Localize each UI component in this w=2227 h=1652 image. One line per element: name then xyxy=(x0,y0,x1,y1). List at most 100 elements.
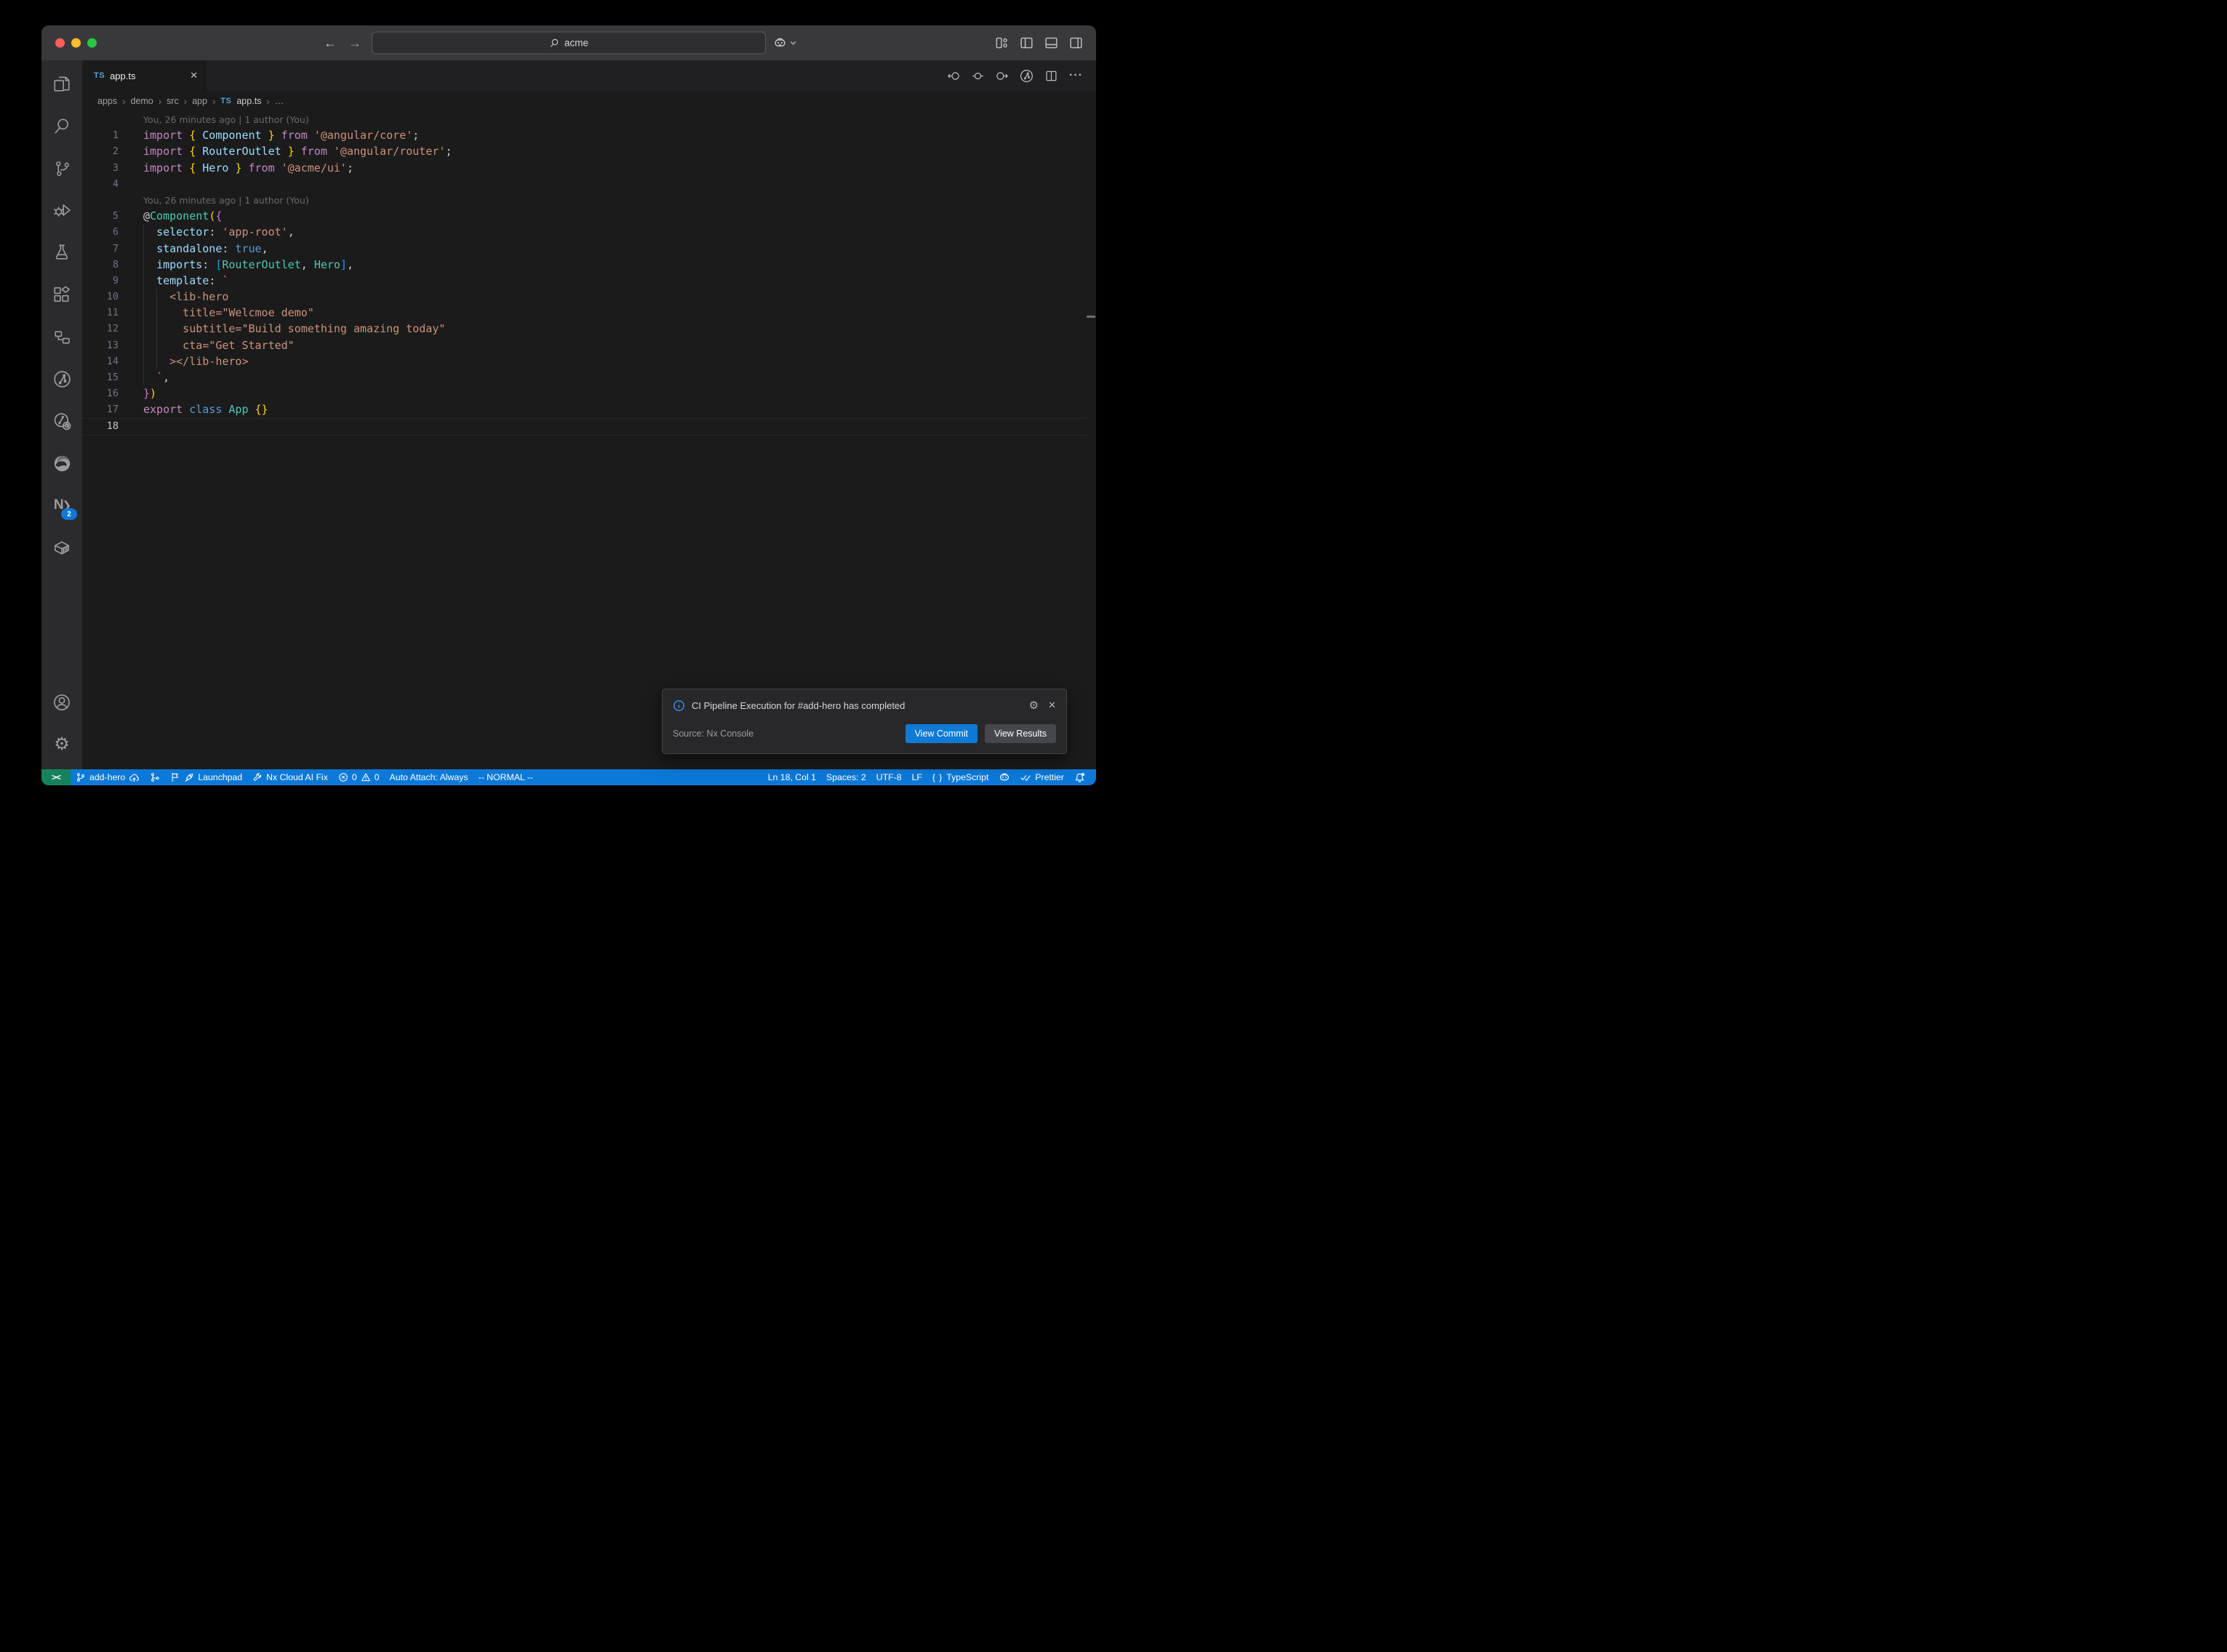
toggle-blame-button[interactable] xyxy=(972,70,984,82)
code-line-4: 4 xyxy=(82,176,1086,192)
line-content: }) xyxy=(119,385,156,401)
branch-item[interactable]: add-hero xyxy=(71,769,145,785)
activity-workspace-button[interactable] xyxy=(45,319,79,354)
tab-label: app.ts xyxy=(110,71,135,81)
info-icon xyxy=(673,699,685,712)
indentation-item[interactable]: Spaces: 2 xyxy=(821,769,871,785)
activity-gitlens-button[interactable] xyxy=(45,361,79,396)
copilot-item[interactable] xyxy=(993,769,1015,785)
code-line-13: 13 cta="Get Started" xyxy=(82,337,1086,353)
warning-icon xyxy=(361,772,371,782)
activity-accounts-button[interactable] xyxy=(45,685,79,720)
customize-layout-button[interactable] xyxy=(995,36,1009,50)
line-content: imports: [RouterOutlet, Hero], xyxy=(119,257,353,273)
copilot-icon xyxy=(999,771,1010,783)
copilot-menu-button[interactable] xyxy=(773,36,796,50)
double-check-icon xyxy=(1020,772,1031,783)
breadcrumb-item-file[interactable]: app.ts xyxy=(236,96,261,106)
status-bar-left: ><add-hero LaunchpadNx Cloud AI Fix00Auto… xyxy=(41,769,538,785)
line-number: 11 xyxy=(82,305,119,321)
tab-app-ts[interactable]: TS app.ts ✕ xyxy=(82,60,206,91)
notifications-item[interactable] xyxy=(1069,769,1090,785)
eol-item[interactable]: LF xyxy=(907,769,927,785)
activity-source-control-button[interactable] xyxy=(45,151,79,185)
view-commit-button[interactable]: View Commit xyxy=(905,724,977,743)
language-item-label: TypeScript xyxy=(946,772,988,782)
compare-item[interactable] xyxy=(145,769,165,785)
line-content: `, xyxy=(119,369,169,385)
breadcrumb-separator-icon: › xyxy=(212,96,215,107)
line-number: 3 xyxy=(82,160,119,176)
breadcrumb-separator-icon: › xyxy=(184,96,187,107)
code-editor[interactable]: You, 26 minutes ago | 1 author (You)1imp… xyxy=(82,111,1096,769)
next-change-button[interactable] xyxy=(996,70,1008,82)
tab-close-icon[interactable]: ✕ xyxy=(190,70,198,81)
commit-graph-button[interactable] xyxy=(1020,69,1033,83)
vim-mode-item[interactable]: -- NORMAL -- xyxy=(473,769,538,785)
nx-badge: 2 xyxy=(61,508,77,520)
nx-cloud-ai-fix-item[interactable]: Nx Cloud AI Fix xyxy=(247,769,333,785)
notification-close-icon[interactable]: ✕ xyxy=(1048,699,1056,711)
close-window-button[interactable] xyxy=(55,39,65,48)
line-number: 8 xyxy=(82,257,119,273)
previous-change-button[interactable] xyxy=(948,70,960,82)
toggle-secondary-sidebar-button[interactable] xyxy=(1069,36,1083,50)
zoom-window-button[interactable] xyxy=(87,39,97,48)
search-icon xyxy=(52,116,71,135)
activity-bar: N❯2 ⚙ xyxy=(41,60,82,769)
breadcrumb-separator-icon: › xyxy=(159,96,161,107)
line-content: <lib-hero xyxy=(119,289,228,305)
breadcrumb-item-apps[interactable]: apps xyxy=(97,96,117,106)
vscode-window: ← → acme xyxy=(41,25,1096,785)
remote-indicator[interactable]: >< xyxy=(41,769,71,785)
toggle-primary-sidebar-button[interactable] xyxy=(1020,36,1033,50)
activity-settings-button[interactable]: ⚙ xyxy=(45,727,79,762)
activity-containers-button[interactable] xyxy=(45,530,79,565)
auto-attach-item[interactable]: Auto Attach: Always xyxy=(385,769,473,785)
line-content: export class App {} xyxy=(119,401,268,417)
activity-run-debug-button[interactable] xyxy=(45,193,79,228)
activity-search-button[interactable] xyxy=(45,108,79,143)
notification-toast: CI Pipeline Execution for #add-hero has … xyxy=(662,689,1067,754)
line-content: title="Welcmoe demo" xyxy=(119,305,314,321)
error-icon xyxy=(338,772,348,782)
accounts-icon xyxy=(52,693,71,712)
language-item[interactable]: { }TypeScript xyxy=(927,769,993,785)
minimize-window-button[interactable] xyxy=(71,39,81,48)
encoding-item[interactable]: UTF-8 xyxy=(871,769,907,785)
nav-forward-button[interactable]: → xyxy=(348,36,361,51)
view-results-button[interactable]: View Results xyxy=(985,724,1056,743)
split-editor-button[interactable] xyxy=(1045,70,1057,82)
containers-icon xyxy=(52,538,71,557)
activity-gitlens-inspect-button[interactable] xyxy=(45,404,79,438)
notification-settings-gear-icon[interactable]: ⚙ xyxy=(1029,699,1039,712)
command-center-search[interactable]: acme xyxy=(372,32,766,55)
more-actions-button[interactable]: ··· xyxy=(1069,69,1083,82)
code-line-8: 8 imports: [RouterOutlet, Hero], xyxy=(82,257,1086,273)
branch-icon xyxy=(76,772,86,782)
bell-dot-icon xyxy=(1074,772,1085,783)
breadcrumb-item-src[interactable]: src xyxy=(167,96,179,106)
launchpad-item[interactable]: Launchpad xyxy=(165,769,247,785)
breadcrumb-item-app[interactable]: app xyxy=(192,96,207,106)
overview-ruler-mark xyxy=(1087,316,1095,318)
breadcrumb-item-symbol[interactable]: … xyxy=(275,96,284,106)
activity-explorer-button[interactable] xyxy=(45,66,79,101)
problems-item[interactable]: 00 xyxy=(333,769,385,785)
activity-extensions-button[interactable] xyxy=(45,277,79,312)
toggle-panel-button[interactable] xyxy=(1044,36,1058,50)
code-rows: You, 26 minutes ago | 1 author (You)1imp… xyxy=(82,111,1086,434)
activity-nx-console-button[interactable]: N❯2 xyxy=(45,488,79,523)
prettier-item[interactable]: Prettier xyxy=(1015,769,1069,785)
cursor-position-item[interactable]: Ln 18, Col 1 xyxy=(763,769,821,785)
line-number: 12 xyxy=(82,321,119,337)
prettier-item-label: Prettier xyxy=(1035,772,1064,782)
gitlens-icon xyxy=(52,369,72,389)
line-content: @Component({ xyxy=(119,208,222,224)
rocket-icon xyxy=(184,772,194,782)
nav-back-button[interactable]: ← xyxy=(324,36,337,51)
activity-testing-button[interactable] xyxy=(45,235,79,270)
activity-edge-tools-button[interactable] xyxy=(45,446,79,481)
typescript-file-icon: TS xyxy=(220,97,231,105)
breadcrumb-item-demo[interactable]: demo xyxy=(130,96,153,106)
